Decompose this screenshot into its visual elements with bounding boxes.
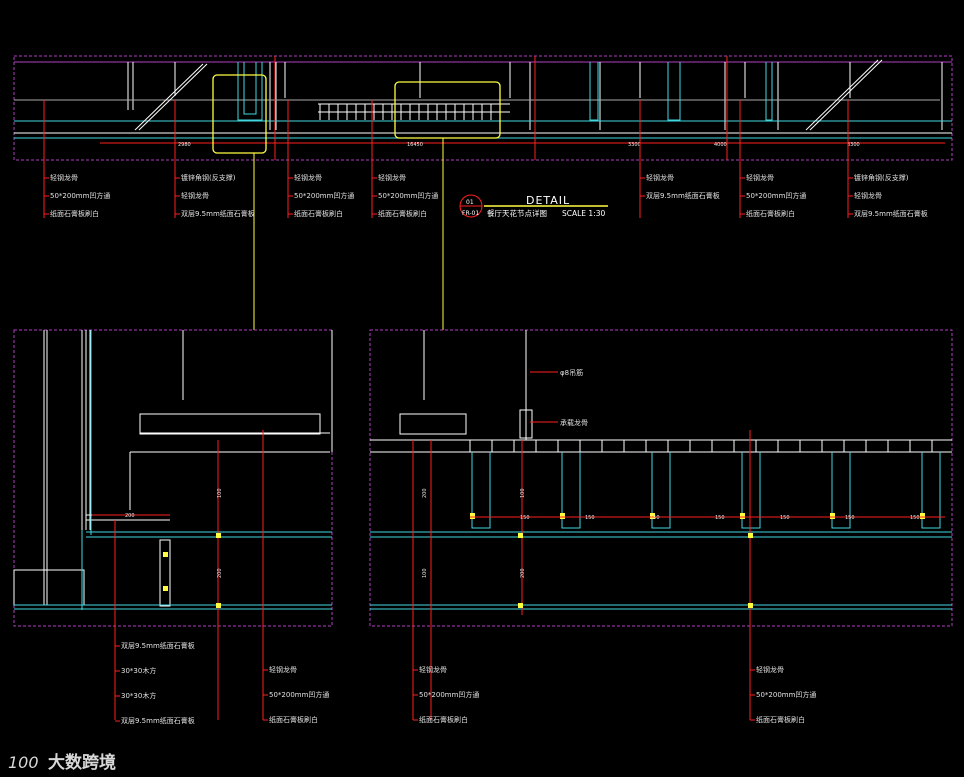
dim-label: 3300 xyxy=(847,142,860,148)
dim-label: 150 xyxy=(650,515,660,521)
annotation-text: 30*30木方 xyxy=(121,666,156,675)
right-detail-frame xyxy=(369,329,953,627)
annotation-text: 双层9.5mm纸面石膏板 xyxy=(121,716,195,725)
annotation-text: 50*200mm凹方通 xyxy=(294,191,354,200)
annotation-text: 30*30木方 xyxy=(121,691,156,700)
annotation-text: 轻钢龙骨 xyxy=(756,665,784,674)
dim-label: 100 xyxy=(520,488,526,498)
annotation-text: 轻钢龙骨 xyxy=(746,173,774,182)
dim-label: 150 xyxy=(845,515,855,521)
detail-name: 餐厅天花节点详图 xyxy=(487,208,547,218)
dim-label: 150 xyxy=(715,515,725,521)
annotation-text: 50*200mm凹方通 xyxy=(419,690,479,699)
sheet-reference: FR-01 xyxy=(462,210,479,217)
left-detail-frame xyxy=(13,329,333,627)
annotation-text: 轻钢龙骨 xyxy=(378,173,406,182)
dim-label: 16450 xyxy=(407,142,423,148)
annotation-text: 纸面石膏板刷白 xyxy=(50,209,99,218)
annotation-text: 镀锌角钢(反支撑) xyxy=(181,173,236,182)
baffle-blades xyxy=(469,440,941,529)
detail-callout-box-right xyxy=(394,81,501,139)
dim-label: 150 xyxy=(585,515,595,521)
dim-label: 100 xyxy=(217,488,223,498)
dim-label: 150 xyxy=(910,515,920,521)
dim-label: 200 xyxy=(125,513,135,519)
fixing-point xyxy=(560,513,565,519)
structure-lines xyxy=(14,59,952,139)
top-annotations: 轻钢龙骨50*200mm凹方通纸面石膏板刷白镀锌角钢(反支撑)轻钢龙骨双层9.5… xyxy=(43,100,928,218)
annotation-text: 轻钢龙骨 xyxy=(294,173,322,182)
dim-label: 200 xyxy=(217,568,223,578)
annotation-text: 50*200mm凹方通 xyxy=(269,690,329,699)
fixing-point xyxy=(830,513,835,519)
ceiling-section-overview: 2980 16450 3300 4000 3300 xyxy=(13,55,953,161)
dim-label: 2980 xyxy=(178,142,191,148)
dim-label: 150 xyxy=(780,515,790,521)
detail-number: 01 xyxy=(466,199,474,206)
callout-hanger-rod: φ8吊筋 xyxy=(560,368,583,377)
annotation-text: 纸面石膏板刷白 xyxy=(269,715,318,724)
annotation-text: 轻钢龙骨 xyxy=(181,191,209,200)
left-detail: 200 100 200 xyxy=(13,329,333,720)
annotation-text: 双层9.5mm纸面石膏板 xyxy=(646,191,720,200)
detail-callout-box-left xyxy=(212,74,267,154)
annotation-text: 50*200mm凹方通 xyxy=(746,191,806,200)
annotation-text: 轻钢龙骨 xyxy=(854,191,882,200)
dim-label: 3300 xyxy=(628,142,641,148)
grid-axes xyxy=(100,56,945,160)
dim-label: 200 xyxy=(520,568,526,578)
right-detail: φ8吊筋 承载龙骨 150 150 150 150 150 150 150 200 100 … xyxy=(369,329,953,720)
annotation-text: 纸面石膏板刷白 xyxy=(378,209,427,218)
watermark: 100 大数跨境 xyxy=(8,752,116,773)
fixing-point xyxy=(740,513,745,519)
annotation-text: 轻钢龙骨 xyxy=(419,665,447,674)
detail-scale: SCALE 1:30 xyxy=(562,209,605,218)
annotation-text: 纸面石膏板刷白 xyxy=(294,209,343,218)
dim-label: 4000 xyxy=(714,142,727,148)
watermark-logo: 100 xyxy=(8,753,39,772)
annotation-text: 50*200mm凹方通 xyxy=(378,191,438,200)
annotation-text: 纸面石膏板刷白 xyxy=(746,209,795,218)
annotation-text: 轻钢龙骨 xyxy=(646,173,674,182)
annotation-text: 纸面石膏板刷白 xyxy=(756,715,805,724)
annotation-text: 轻钢龙骨 xyxy=(269,665,297,674)
annotation-text: 镀锌角钢(反支撑) xyxy=(854,173,909,182)
annotation-text: 纸面石膏板刷白 xyxy=(419,715,468,724)
watermark-text: 大数跨境 xyxy=(48,752,116,773)
annotation-text: 50*200mm凹方通 xyxy=(50,191,110,200)
bottom-annotations: 双层9.5mm纸面石膏板30*30木方30*30木方双层9.5mm纸面石膏板轻钢… xyxy=(115,641,816,725)
detail-heading: DETAIL xyxy=(526,194,570,207)
detail-title-block: 01 FR-01 DETAIL 餐厅天花节点详图 SCALE 1:30 xyxy=(459,194,608,218)
annotation-text: 轻钢龙骨 xyxy=(50,173,78,182)
annotation-text: 50*200mm凹方通 xyxy=(756,690,816,699)
annotation-text: 双层9.5mm纸面石膏板 xyxy=(854,209,928,218)
baffle-ticks xyxy=(319,104,501,120)
fixing-point xyxy=(920,513,925,519)
annotation-text: 双层9.5mm纸面石膏板 xyxy=(181,209,255,218)
dim-label: 150 xyxy=(520,515,530,521)
fixing-point xyxy=(470,513,475,519)
callout-main-runner: 承载龙骨 xyxy=(560,418,588,427)
dim-label: 200 xyxy=(422,488,428,498)
top-section-frame xyxy=(13,55,953,161)
dim-label: 100 xyxy=(422,568,428,578)
cad-detail-drawing: 2980 16450 3300 4000 3300 轻钢龙骨 50*200mm凹方… xyxy=(8,55,953,773)
annotation-text: 双层9.5mm纸面石膏板 xyxy=(121,641,195,650)
